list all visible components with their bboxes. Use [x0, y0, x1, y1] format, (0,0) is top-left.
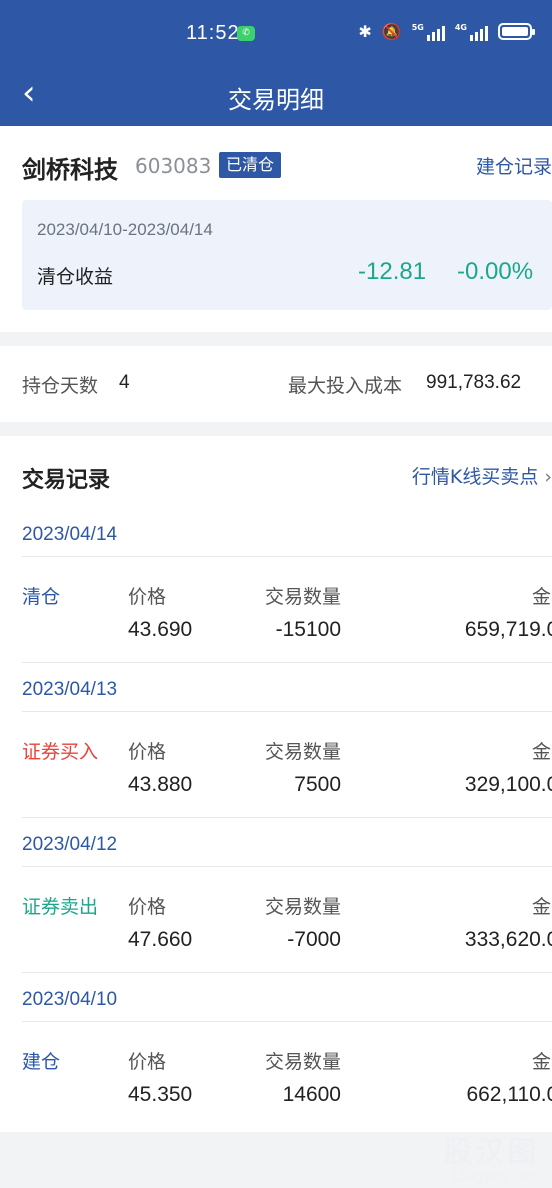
divider [22, 1021, 552, 1022]
page-title: 交易明细 [228, 86, 324, 114]
price-label: 价格 [128, 586, 167, 608]
price-value: 43.880 [128, 773, 193, 796]
wechat-icon: ✆ [237, 26, 255, 41]
trade-type: 证券买入 [22, 741, 99, 763]
divider [22, 662, 552, 663]
quantity-label: 交易数量 [264, 896, 341, 918]
chevron-right-icon: › [544, 466, 552, 488]
amount-value: 662,110.00 [466, 1083, 552, 1106]
quantity-label: 交易数量 [264, 741, 341, 763]
trade-group: 2023/04/14 清仓 价格 交易数量 金额 43.690 -15100 6… [0, 524, 552, 679]
trade-date: 2023/04/10 [22, 989, 118, 1010]
status-bar: 11:52 ✆ ✱ 🔕 5G 4G [0, 0, 552, 66]
period-range: 2023/04/10-2023/04/14 [37, 220, 213, 239]
amount-value: 329,100.00 [464, 773, 552, 796]
mute-bell-icon: 🔕 [381, 22, 402, 41]
records-title: 交易记录 [22, 468, 111, 493]
battery-icon [498, 23, 535, 40]
quantity-value: 7500 [294, 773, 341, 796]
price-label: 价格 [128, 1051, 167, 1073]
profit-label: 清仓收益 [37, 266, 114, 288]
trade-type: 证券卖出 [22, 896, 99, 918]
watermark-url: 189gang.com [450, 1170, 540, 1185]
trade-group: 2023/04/13 证券买入 价格 交易数量 金额 43.880 7500 3… [0, 679, 552, 834]
amount-label: 金额 [531, 896, 552, 918]
profit-percent: -0.00% [457, 258, 534, 285]
trade-type: 建仓 [22, 1051, 61, 1073]
build-record-link[interactable]: 建仓记录 [476, 152, 552, 179]
quantity-label: 交易数量 [264, 1051, 341, 1073]
trade-group: 2023/04/12 证券卖出 价格 交易数量 金额 47.660 -7000 … [0, 834, 552, 989]
amount-label: 金额 [531, 741, 552, 763]
max-cost-value: 991,783.62 [426, 372, 522, 393]
amount-value: 659,719.00 [464, 618, 552, 641]
stock-name: 剑桥科技 [22, 156, 118, 184]
status-badge: 已清仓 [219, 152, 282, 178]
divider [22, 817, 552, 818]
quantity-value: -7000 [287, 928, 341, 951]
divider [22, 866, 552, 867]
bluetooth-icon: ✱ [358, 22, 372, 41]
kline-link-label: 行情K线买卖点 [411, 466, 539, 488]
quantity-value: -15100 [275, 618, 341, 641]
price-label: 价格 [128, 741, 167, 763]
signal-4g-icon: 4G [455, 23, 488, 41]
trade-date: 2023/04/12 [22, 834, 118, 855]
signal-5g-icon: 5G [412, 23, 445, 41]
price-value: 43.690 [128, 618, 193, 641]
watermark: 股汉图 189gang.com [444, 1130, 540, 1185]
amount-label: 金额 [531, 1051, 552, 1073]
stock-code: 603083 [135, 154, 212, 178]
watermark-text: 股汉图 [443, 1135, 540, 1168]
amount-value: 333,620.00 [464, 928, 552, 951]
quantity-value: 14600 [282, 1083, 341, 1106]
profit-card: 2023/04/10-2023/04/14 清仓收益 -12.81 -0.00% [22, 200, 552, 310]
max-cost-label: 最大投入成本 [288, 375, 403, 397]
stock-summary: 剑桥科技 603083 已清仓 建仓记录 2023/04/10-2023/04/… [0, 126, 552, 332]
divider [22, 972, 552, 973]
price-value: 47.660 [128, 928, 193, 951]
trade-date: 2023/04/13 [22, 679, 118, 700]
app-header: 11:52 ✆ ✱ 🔕 5G 4G ‹ 交易明细 [0, 0, 552, 126]
amount-label: 金额 [531, 586, 552, 608]
status-time: 11:52 [186, 22, 240, 44]
price-label: 价格 [128, 896, 167, 918]
quantity-label: 交易数量 [264, 586, 341, 608]
kline-link[interactable]: 行情K线买卖点 › [412, 462, 552, 489]
divider [22, 556, 552, 557]
holding-days-value: 4 [119, 372, 130, 393]
status-icons: ✱ 🔕 5G 4G [358, 22, 535, 41]
trade-group: 2023/04/10 建仓 价格 交易数量 金额 45.350 14600 66… [0, 989, 552, 1144]
holding-summary: 持仓天数 4 最大投入成本 991,783.62 [0, 346, 552, 422]
trade-date: 2023/04/14 [22, 524, 118, 545]
profit-value: -12.81 [358, 258, 427, 285]
divider [22, 711, 552, 712]
price-value: 45.350 [128, 1083, 193, 1106]
holding-days-label: 持仓天数 [22, 375, 99, 397]
trade-type: 清仓 [22, 586, 61, 608]
trade-records: 交易记录 行情K线买卖点› 2023/04/14 清仓 价格 交易数量 金额 4… [0, 436, 552, 1132]
